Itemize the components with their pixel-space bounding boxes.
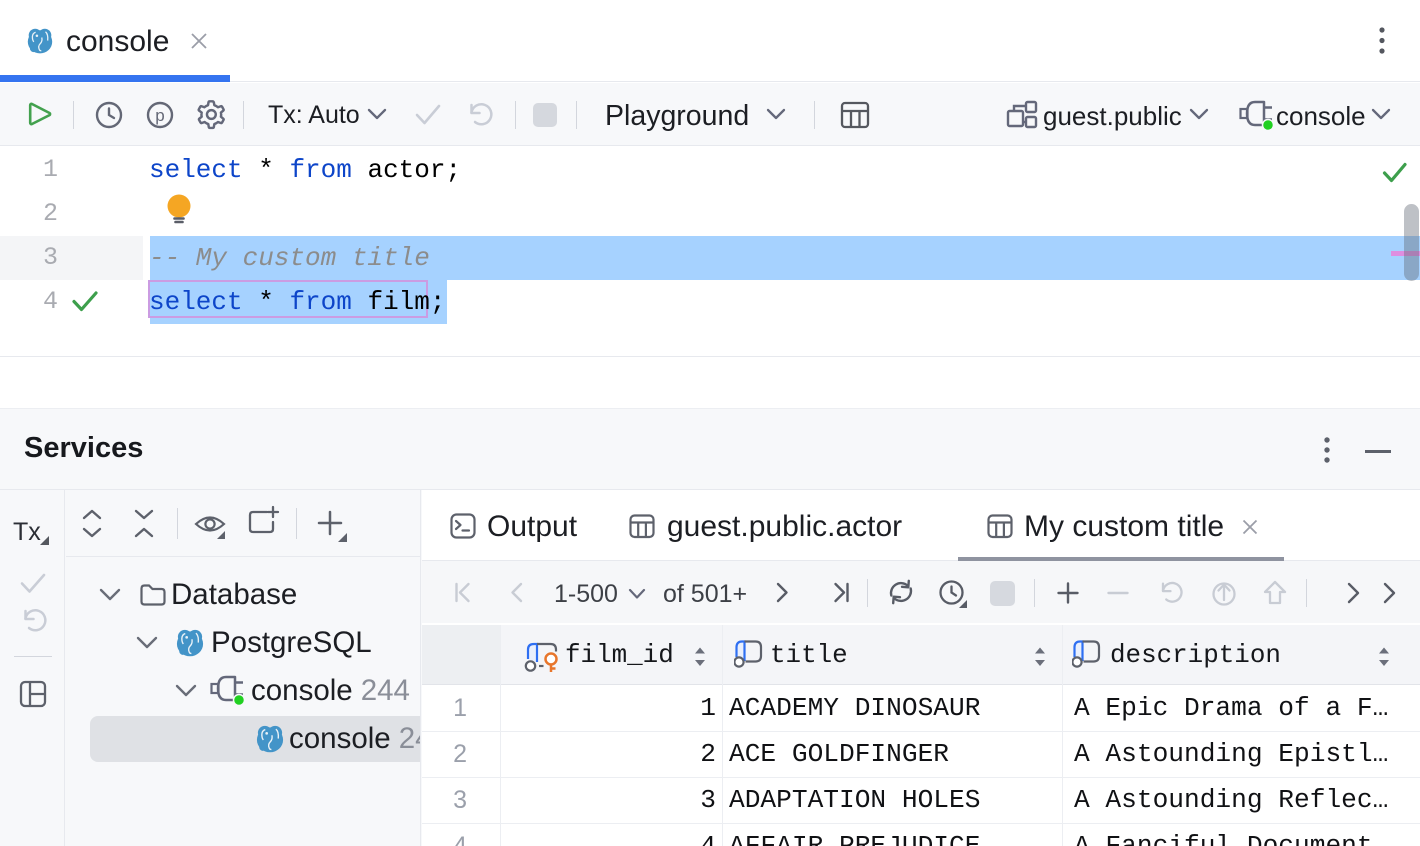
svg-text:p: p: [155, 106, 164, 125]
